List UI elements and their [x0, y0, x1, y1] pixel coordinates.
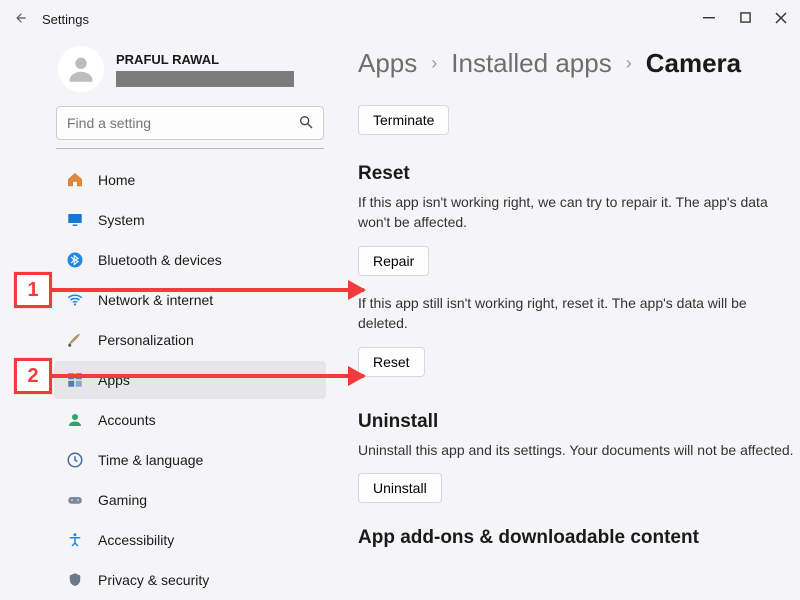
sidebar-item-bluetooth[interactable]: Bluetooth & devices: [54, 241, 326, 279]
system-icon: [66, 211, 84, 229]
sidebar-item-apps[interactable]: Apps: [54, 361, 326, 399]
sidebar-item-label: Privacy & security: [98, 572, 209, 588]
sidebar-item-label: Bluetooth & devices: [98, 252, 222, 268]
annotation-2-label: 2: [27, 365, 38, 388]
addons-heading: App add-ons & downloadable content: [358, 527, 794, 549]
breadcrumb-current: Camera: [646, 48, 741, 79]
user-header[interactable]: PRAFUL RAWAL: [58, 46, 322, 92]
sidebar-item-label: Home: [98, 172, 135, 188]
sidebar: PRAFUL RAWAL Home System Bluetooth & dev…: [54, 38, 334, 600]
minimize-button[interactable]: [702, 12, 716, 27]
sidebar-item-label: Personalization: [98, 332, 194, 348]
annotation-1-arrow: [52, 288, 364, 292]
window-title: Settings: [42, 12, 702, 27]
annotation-1-label: 1: [27, 279, 38, 302]
sidebar-item-label: System: [98, 212, 145, 228]
privacy-icon: [66, 571, 84, 589]
window-controls: [702, 12, 788, 27]
home-icon: [66, 171, 84, 189]
back-button[interactable]: [12, 11, 30, 28]
avatar: [58, 46, 104, 92]
gaming-icon: [66, 491, 84, 509]
repair-button[interactable]: Repair: [358, 246, 429, 276]
search-input[interactable]: [56, 106, 324, 140]
reset-description: If this app still isn't working right, r…: [358, 294, 794, 333]
annotation-2-box: 2: [14, 358, 52, 394]
breadcrumb-installed-apps[interactable]: Installed apps: [451, 48, 611, 79]
brush-icon: [66, 331, 84, 349]
search-container: [56, 106, 324, 140]
sidebar-item-privacy[interactable]: Privacy & security: [54, 561, 326, 599]
user-email-redacted: [116, 71, 294, 87]
sidebar-item-accessibility[interactable]: Accessibility: [54, 521, 326, 559]
annotation-2-arrow: [52, 374, 364, 378]
time-icon: [66, 451, 84, 469]
sidebar-item-home[interactable]: Home: [54, 161, 326, 199]
breadcrumb: Apps › Installed apps › Camera: [358, 48, 794, 79]
nav: Home System Bluetooth & devices Network …: [54, 161, 326, 599]
uninstall-button[interactable]: Uninstall: [358, 473, 442, 503]
divider: [56, 148, 324, 149]
sidebar-item-time[interactable]: Time & language: [54, 441, 326, 479]
repair-description: If this app isn't working right, we can …: [358, 193, 778, 232]
sidebar-item-label: Gaming: [98, 492, 147, 508]
titlebar: Settings: [0, 0, 800, 38]
sidebar-item-system[interactable]: System: [54, 201, 326, 239]
wifi-icon: [66, 291, 84, 309]
uninstall-description: Uninstall this app and its settings. You…: [358, 441, 794, 461]
sidebar-item-personalization[interactable]: Personalization: [54, 321, 326, 359]
user-name: PRAFUL RAWAL: [116, 52, 294, 67]
bluetooth-icon: [66, 251, 84, 269]
reset-button[interactable]: Reset: [358, 347, 425, 377]
sidebar-item-network[interactable]: Network & internet: [54, 281, 326, 319]
sidebar-item-label: Time & language: [98, 452, 203, 468]
maximize-button[interactable]: [738, 12, 752, 27]
terminate-button[interactable]: Terminate: [358, 105, 449, 135]
sidebar-item-accounts[interactable]: Accounts: [54, 401, 326, 439]
sidebar-item-label: Accounts: [98, 412, 156, 428]
sidebar-item-gaming[interactable]: Gaming: [54, 481, 326, 519]
close-button[interactable]: [774, 12, 788, 27]
uninstall-heading: Uninstall: [358, 411, 794, 433]
chevron-right-icon: ›: [431, 53, 437, 74]
main-panel: Apps › Installed apps › Camera Terminate…: [334, 38, 800, 600]
sidebar-item-label: Accessibility: [98, 532, 174, 548]
accessibility-icon: [66, 531, 84, 549]
accounts-icon: [66, 411, 84, 429]
breadcrumb-apps[interactable]: Apps: [358, 48, 417, 79]
reset-heading: Reset: [358, 163, 794, 185]
annotation-1-box: 1: [14, 272, 52, 308]
chevron-right-icon: ›: [626, 53, 632, 74]
sidebar-item-label: Network & internet: [98, 292, 213, 308]
